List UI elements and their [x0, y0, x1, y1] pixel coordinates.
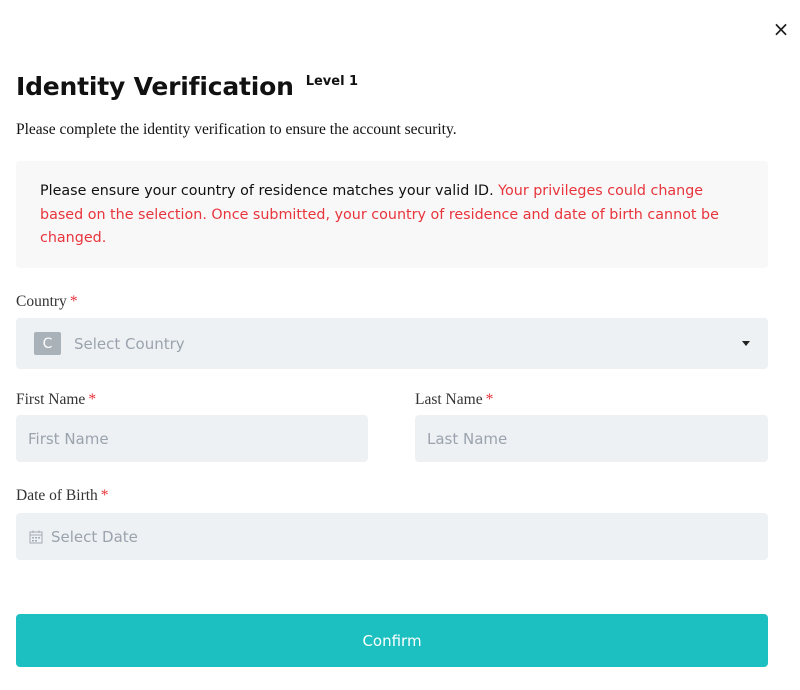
dob-label-text: Date of Birth [16, 487, 98, 504]
calendar-icon [29, 530, 43, 544]
required-mark: * [100, 487, 109, 504]
close-icon[interactable]: × [770, 18, 792, 40]
first-name-field-wrapper [16, 415, 368, 462]
last-name-label-text: Last Name [415, 391, 483, 408]
notice-box: Please ensure your country of residence … [16, 161, 768, 268]
last-name-field-wrapper [415, 415, 768, 462]
country-select-placeholder: Select Country [74, 334, 185, 353]
dialog-header: Identity Verification Level 1 [16, 70, 358, 104]
required-mark: * [69, 293, 78, 310]
first-name-label-text: First Name [16, 391, 86, 408]
dob-label: Date of Birth * [16, 487, 109, 505]
last-name-input[interactable] [427, 429, 768, 448]
country-select[interactable]: C Select Country [16, 318, 768, 369]
last-name-label: Last Name * [415, 391, 493, 409]
level-badge: Level 1 [305, 74, 359, 89]
page-title: Identity Verification [16, 72, 294, 101]
country-label-text: Country [16, 293, 67, 310]
dob-picker[interactable]: Select Date [16, 513, 768, 560]
first-name-label: First Name * [16, 391, 96, 409]
required-mark: * [485, 391, 494, 408]
caret-down-icon[interactable] [742, 341, 750, 346]
first-name-input[interactable] [28, 429, 368, 448]
page-subtitle: Please complete the identity verificatio… [16, 121, 457, 138]
confirm-button[interactable]: Confirm [16, 614, 768, 667]
country-badge: C [34, 332, 61, 355]
notice-text: Please ensure your country of residence … [40, 183, 494, 199]
country-label: Country * [16, 293, 78, 311]
dob-placeholder: Select Date [51, 527, 138, 546]
required-mark: * [88, 391, 97, 408]
